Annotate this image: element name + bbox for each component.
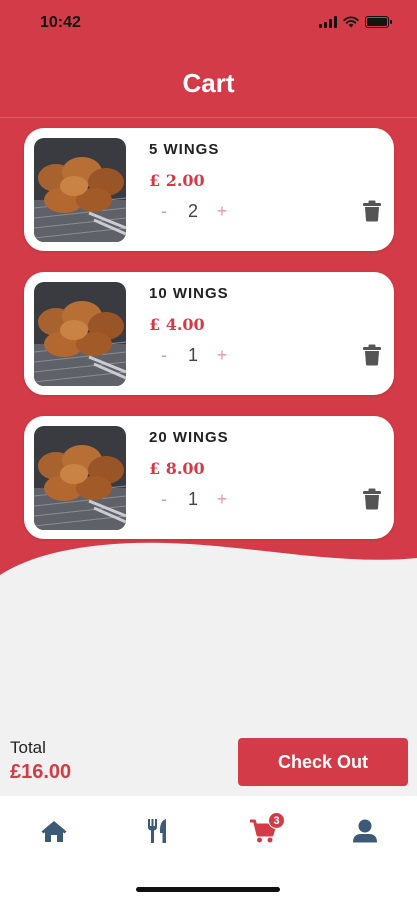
decrease-quantity-button[interactable]: - <box>152 201 176 222</box>
tab-profile[interactable] <box>345 816 385 846</box>
decrease-quantity-button[interactable]: - <box>152 345 176 366</box>
total-amount: £16.00 <box>10 761 72 783</box>
quantity-value: 1 <box>187 489 198 509</box>
home-icon <box>41 821 67 842</box>
cart-item: 5 WINGS £ 2.00 - 2 + <box>24 128 394 251</box>
item-image <box>34 138 126 242</box>
status-time: 10:42 <box>40 14 81 31</box>
page-title: Cart <box>182 68 235 98</box>
user-icon <box>353 819 377 843</box>
utensils-icon <box>148 819 166 843</box>
checkout-button[interactable]: Check Out <box>238 738 408 786</box>
decrease-quantity-button[interactable]: - <box>152 489 176 510</box>
total-label: Total <box>10 738 46 757</box>
tab-menu[interactable] <box>137 816 177 846</box>
item-image <box>34 426 126 530</box>
item-price: £ 2.00 <box>149 171 205 190</box>
increase-quantity-button[interactable]: + <box>210 201 234 222</box>
item-name: 5 WINGS <box>149 141 220 158</box>
quantity-value: 2 <box>187 201 198 221</box>
quantity-value: 1 <box>187 345 198 365</box>
order-total: Total £16.00 <box>10 738 71 784</box>
cart-item: 10 WINGS £ 4.00 - 1 + <box>24 272 394 395</box>
status-icons <box>319 16 392 28</box>
trash-icon[interactable] <box>362 344 382 366</box>
cart-list: 5 WINGS £ 2.00 - 2 + 10 WINGS £ 4.00 - 1… <box>24 128 394 560</box>
battery-icon <box>365 16 392 28</box>
increase-quantity-button[interactable]: + <box>210 489 234 510</box>
tab-bar: 3 <box>0 796 417 900</box>
cart-count-badge: 3 <box>268 812 285 829</box>
quantity-stepper: - 2 + <box>152 201 234 222</box>
status-bar: 10:42 <box>0 0 417 50</box>
quantity-stepper: - 1 + <box>152 345 234 366</box>
cart-item: 20 WINGS £ 8.00 - 1 + <box>24 416 394 539</box>
increase-quantity-button[interactable]: + <box>210 345 234 366</box>
wifi-icon <box>343 16 359 28</box>
item-price: £ 4.00 <box>149 315 205 334</box>
signal-icon <box>319 16 337 28</box>
quantity-stepper: - 1 + <box>152 489 234 510</box>
trash-icon[interactable] <box>362 488 382 510</box>
tab-cart[interactable]: 3 <box>243 812 285 846</box>
item-name: 10 WINGS <box>149 285 229 302</box>
trash-icon[interactable] <box>362 200 382 222</box>
tab-home[interactable] <box>34 816 74 846</box>
page-header: Cart <box>0 50 417 118</box>
item-price: £ 8.00 <box>149 459 205 478</box>
item-name: 20 WINGS <box>149 429 229 446</box>
home-indicator <box>136 887 280 892</box>
item-image <box>34 282 126 386</box>
